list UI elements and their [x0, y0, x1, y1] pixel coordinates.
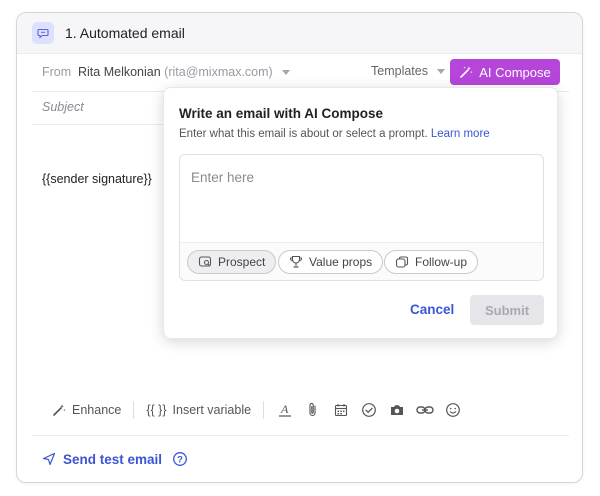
send-test-label: Send test email	[63, 451, 163, 467]
subject-field[interactable]: Subject	[42, 100, 84, 114]
enhance-button[interactable]: Enhance	[52, 403, 121, 417]
email-body[interactable]: {{sender signature}}	[42, 172, 152, 186]
attachment-icon[interactable]	[304, 401, 322, 419]
prompt-box: Prospect Value props Follow-up	[179, 154, 544, 281]
insert-variable-button[interactable]: {{ }} Insert variable	[146, 403, 251, 417]
prospect-icon	[198, 256, 212, 267]
send-icon	[42, 452, 56, 466]
learn-more-link[interactable]: Learn more	[431, 128, 490, 140]
from-selector[interactable]: Rita Melkonian (rita@mixmax.com)	[78, 65, 291, 79]
prompt-input[interactable]	[191, 166, 531, 188]
ai-compose-label: AI Compose	[479, 64, 551, 80]
send-test-email-button[interactable]: Send test email ?	[42, 451, 188, 467]
prompt-chip-label: Follow-up	[415, 255, 468, 269]
prompt-chip-prospect[interactable]: Prospect	[187, 250, 277, 274]
prompt-chip-value-props[interactable]: Value props	[278, 250, 384, 274]
chevron-down-icon	[437, 69, 446, 75]
svg-text:A: A	[280, 402, 289, 416]
editor-toolbar: Enhance {{ }} Insert variable A	[52, 400, 472, 420]
divider	[32, 435, 569, 436]
calendar-icon[interactable]	[332, 401, 350, 419]
magic-wand-icon	[53, 404, 66, 416]
variable-braces-icon: {{ }}	[146, 403, 167, 417]
checkmark-circle-icon[interactable]	[360, 401, 378, 419]
trophy-icon	[289, 255, 303, 268]
templates-dropdown[interactable]: Templates	[371, 64, 446, 78]
toolbar-separator	[263, 401, 265, 419]
prompt-chip-follow-up[interactable]: Follow-up	[384, 250, 479, 274]
divider	[32, 124, 182, 125]
popover-title: Write an email with AI Compose	[179, 106, 384, 121]
help-icon[interactable]: ?	[172, 451, 188, 467]
ai-compose-popover: Write an email with AI Compose Enter wha…	[163, 87, 558, 339]
insert-variable-label: Insert variable	[172, 403, 252, 417]
from-label: From	[42, 65, 72, 79]
chevron-down-icon	[282, 70, 291, 76]
camera-icon[interactable]	[388, 401, 406, 419]
text-format-icon[interactable]: A	[276, 401, 294, 419]
templates-label: Templates	[371, 64, 428, 78]
popover-subtitle-text: Enter what this email is about or select…	[179, 128, 428, 140]
svg-text:?: ?	[177, 454, 183, 465]
smiley-icon[interactable]	[444, 401, 462, 419]
magic-wand-icon	[460, 66, 473, 78]
link-icon[interactable]	[416, 401, 434, 419]
chat-bubble-icon	[32, 22, 54, 44]
ai-compose-button[interactable]: AI Compose	[450, 59, 560, 85]
from-email: (rita@mixmax.com)	[164, 65, 273, 79]
popover-subtitle: Enter what this email is about or select…	[179, 128, 490, 140]
submit-button[interactable]: Submit	[470, 295, 544, 325]
from-name: Rita Melkonian	[78, 65, 161, 79]
toolbar-separator	[133, 401, 135, 419]
enhance-label: Enhance	[72, 403, 122, 417]
card-header: 1. Automated email	[17, 13, 582, 54]
prompt-chip-label: Value props	[309, 255, 373, 269]
follow-up-icon	[395, 256, 409, 268]
prompt-chip-label: Prospect	[218, 255, 266, 269]
step-title: 1. Automated email	[65, 25, 185, 41]
prompt-chips: Prospect Value props Follow-up	[180, 242, 543, 280]
cancel-button[interactable]: Cancel	[410, 302, 454, 317]
